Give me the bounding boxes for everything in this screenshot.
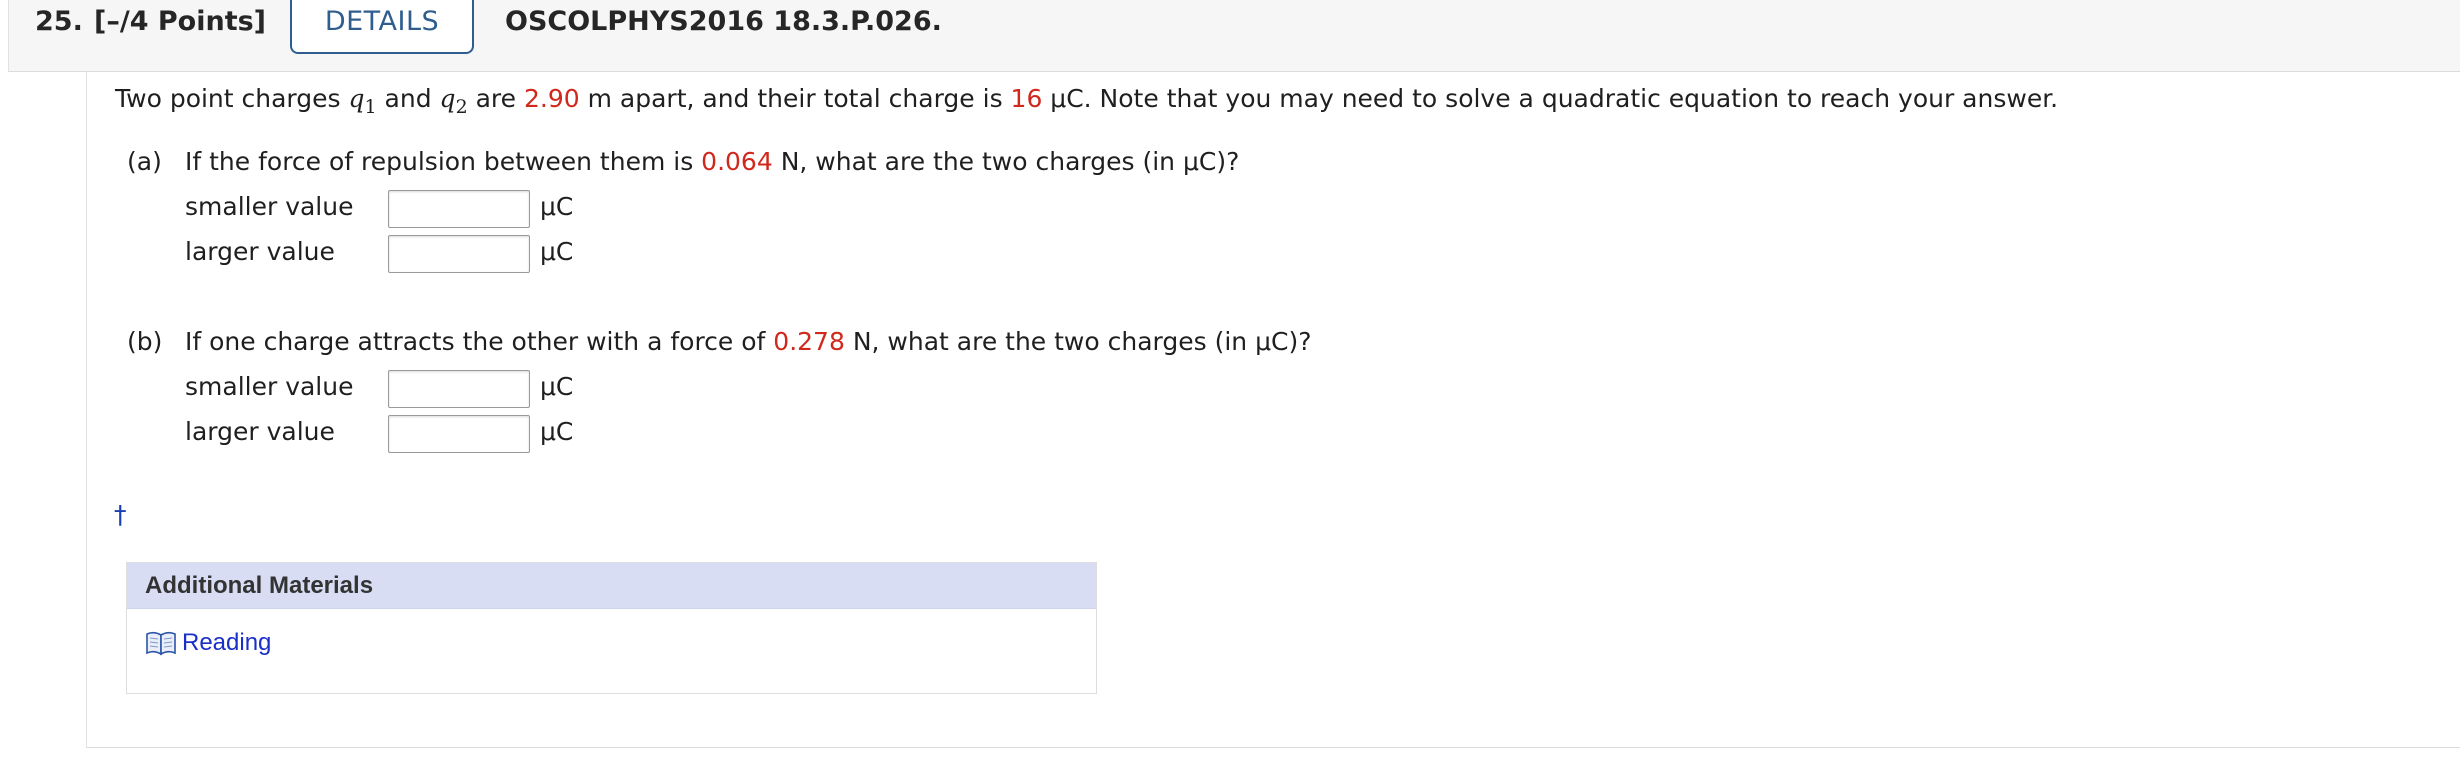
intro-text-4: m apart, and their total charge is xyxy=(579,84,1011,113)
reading-link[interactable]: Reading xyxy=(145,629,271,657)
part-a-question: (a) If the force of repulsion between the… xyxy=(127,147,1240,176)
intro-text-2: and xyxy=(376,84,440,113)
question-header: 25. [–/4 Points] DETAILS OSCOLPHYS2016 1… xyxy=(8,0,2460,72)
part-a-larger-input[interactable] xyxy=(388,235,530,273)
details-button[interactable]: DETAILS xyxy=(290,0,474,54)
problem-statement: Two point charges q1 and q2 are 2.90 m a… xyxy=(115,83,2058,123)
question-number: 25. xyxy=(35,6,83,37)
intro-text-5: μC. Note that you may need to solve a qu… xyxy=(1042,84,2059,113)
part-a-smaller-unit: μC xyxy=(540,192,574,221)
distance-value: 2.90 xyxy=(523,84,580,113)
additional-materials-box: Additional Materials Reading xyxy=(126,562,1097,694)
book-icon xyxy=(145,629,177,657)
intro-text-3: are xyxy=(467,84,524,113)
part-a-smaller-input[interactable] xyxy=(388,190,530,228)
question-code: OSCOLPHYS2016 18.3.P.026. xyxy=(505,6,942,37)
footnote-dagger-link[interactable]: † xyxy=(114,500,127,529)
part-a-smaller-label: smaller value xyxy=(185,192,354,221)
part-a-larger-unit: μC xyxy=(540,237,574,266)
part-a-larger-label: larger value xyxy=(185,237,335,266)
question-points: [–/4 Points] xyxy=(94,6,267,37)
intro-text-1: Two point charges xyxy=(115,84,349,113)
additional-materials-title: Additional Materials xyxy=(127,563,1096,609)
question-panel: Two point charges q1 and q2 are 2.90 m a… xyxy=(86,72,2460,748)
part-b-label: (b) xyxy=(127,327,163,356)
part-b-larger-unit: μC xyxy=(540,417,574,446)
part-b-larger-input[interactable] xyxy=(388,415,530,453)
part-b-larger-label: larger value xyxy=(185,417,335,446)
part-a-force-value: 0.064 xyxy=(701,147,773,176)
part-b-force-value: 0.278 xyxy=(773,327,845,356)
part-b-smaller-unit: μC xyxy=(540,372,574,401)
reading-link-label[interactable]: Reading xyxy=(182,629,271,657)
part-b-smaller-label: smaller value xyxy=(185,372,354,401)
total-charge-value: 16 xyxy=(1010,84,1043,113)
part-b-question: (b) If one charge attracts the other with… xyxy=(127,327,1312,356)
part-b-smaller-input[interactable] xyxy=(388,370,530,408)
part-a-label: (a) xyxy=(127,147,162,176)
q2-variable: q2 xyxy=(439,84,468,118)
q1-variable: q1 xyxy=(348,84,377,118)
